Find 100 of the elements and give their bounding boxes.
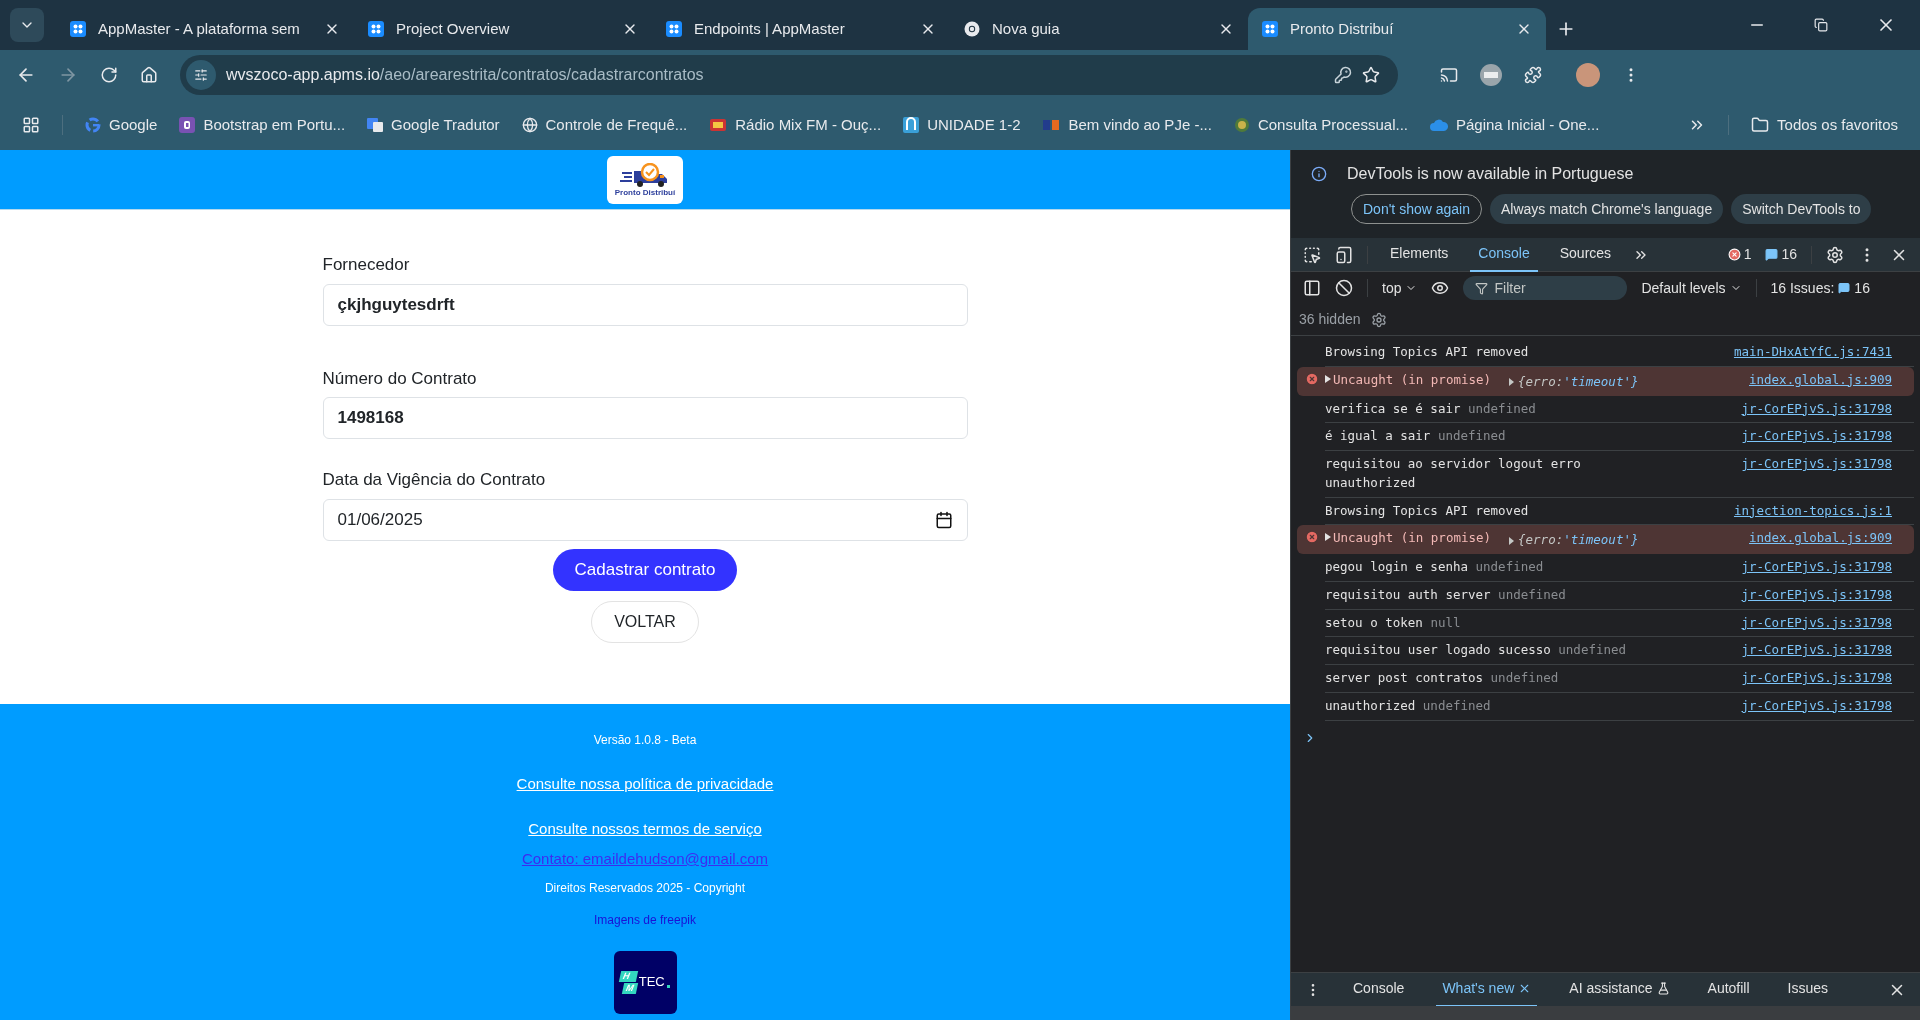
- version-text: Versão 1.0.8 - Beta: [593, 732, 697, 749]
- source-link[interactable]: jr-CorEPjvS.js:31798: [1741, 455, 1892, 474]
- error-counter[interactable]: 1: [1727, 244, 1752, 265]
- drawer-tab[interactable]: Autofill: [1701, 972, 1756, 1007]
- bookmark[interactable]: Bem vindo ao PJe -...: [1042, 113, 1212, 137]
- infobar-button[interactable]: Always match Chrome's language: [1489, 194, 1724, 224]
- error-icon: [1305, 530, 1319, 545]
- reload-icon[interactable]: [100, 66, 118, 84]
- app-grid-icon: [368, 21, 384, 37]
- expand-icon[interactable]: [1325, 374, 1331, 383]
- seal-icon: [1233, 117, 1250, 133]
- address-bar[interactable]: wvszoco-app.apms.io/aeo/arearestrita/contratos/cadastrarcontratos: [180, 55, 1398, 95]
- error-object[interactable]: {erro:'timeout'}: [1509, 372, 1639, 392]
- issues-counter[interactable]: 16 Issues: 16: [1770, 277, 1870, 299]
- bookmark-label: Controle de Frequê...: [545, 114, 688, 135]
- clear-icon[interactable]: [1335, 279, 1353, 297]
- bookmark[interactable]: Rádio Mix FM - Ouç...: [709, 113, 882, 137]
- source-link[interactable]: injection-topics.js:1: [1733, 501, 1892, 521]
- key-icon[interactable]: [1334, 66, 1352, 84]
- filter-field[interactable]: Filter: [1463, 276, 1628, 300]
- home-icon[interactable]: [140, 66, 158, 84]
- source-link[interactable]: jr-CorEPjvS.js:31798: [1741, 669, 1892, 688]
- bookmark[interactable]: Controle de Frequê...: [521, 113, 688, 137]
- chrome-icon: [964, 21, 980, 37]
- browser-tab[interactable]: Endpoints | AppMaster: [652, 8, 950, 50]
- avatar-icon[interactable]: [1576, 63, 1600, 87]
- source-link[interactable]: jr-CorEPjvS.js:31798: [1741, 641, 1892, 660]
- source-link[interactable]: index.global.js:909: [1749, 529, 1892, 548]
- devtools-tab[interactable]: Elements: [1382, 237, 1457, 272]
- message-text: requisitou user logado sucesso undefined: [1325, 641, 1628, 660]
- source-link[interactable]: jr-CorEPjvS.js:31798: [1741, 585, 1892, 605]
- google-icon: [85, 117, 101, 133]
- tab-title: AppMaster - A plataforma sem: [98, 18, 301, 39]
- bookmark[interactable]: Bootstrap em Portu...: [179, 113, 346, 137]
- sidebar-icon[interactable]: [1303, 279, 1321, 297]
- star-icon[interactable]: [1362, 66, 1380, 84]
- bookmark[interactable]: Página Inicial - One...: [1429, 113, 1600, 137]
- bookmark[interactable]: Consulta Processual...: [1233, 113, 1408, 137]
- drawer-tab[interactable]: Issues: [1781, 972, 1835, 1007]
- source-link[interactable]: index.global.js:909: [1749, 370, 1892, 390]
- restore-icon[interactable]: [1814, 18, 1828, 32]
- calendar-icon[interactable]: [934, 510, 953, 529]
- logo-text: Pronto Distribuí: [614, 188, 676, 197]
- error-object[interactable]: {erro:'timeout'}: [1509, 531, 1639, 550]
- browser-tab[interactable]: Nova guia: [950, 8, 1248, 50]
- logo-letter: H: [619, 970, 638, 982]
- info-icon: [1311, 166, 1327, 182]
- message-text: unauthorized undefined: [1325, 696, 1492, 715]
- pje-icon: [1042, 117, 1061, 133]
- browser-tab[interactable]: Pronto Distribuí: [1248, 8, 1546, 50]
- source-link[interactable]: main-DHxAtYfC.js:7431: [1733, 343, 1892, 362]
- logo[interactable]: Pronto Distribuí: [607, 155, 683, 204]
- bookmark[interactable]: Google Tradutor: [367, 113, 500, 137]
- message-counter[interactable]: 16: [1765, 244, 1797, 265]
- tab-title: Pronto Distribuí: [1290, 18, 1395, 39]
- hidden-count: 36 hidden: [1299, 310, 1361, 329]
- apps-icon[interactable]: [22, 116, 40, 134]
- expand-icon[interactable]: [1325, 533, 1331, 542]
- drawer-tab[interactable]: Console: [1347, 972, 1411, 1007]
- source-link[interactable]: jr-CorEPjvS.js:31798: [1741, 427, 1892, 446]
- source-link[interactable]: jr-CorEPjvS.js:31798: [1741, 399, 1892, 419]
- bookmark[interactable]: Google: [85, 113, 158, 137]
- source-link[interactable]: jr-CorEPjvS.js:31798: [1741, 558, 1892, 577]
- date-field[interactable]: 01/06/2025: [322, 498, 968, 541]
- browser-tab[interactable]: AppMaster - A plataforma sem: [56, 8, 354, 50]
- radio-logo-icon: [709, 117, 728, 133]
- submit-button[interactable]: Cadastrar contrato: [552, 548, 738, 591]
- bookmark[interactable]: UNIDADE 1-2: [903, 113, 1021, 137]
- back-button[interactable]: VOLTAR: [591, 600, 699, 643]
- levels-dropdown[interactable]: Default levels: [1641, 277, 1742, 299]
- devtools-tab[interactable]: Sources: [1551, 237, 1620, 272]
- eye-icon[interactable]: [1431, 279, 1450, 297]
- all-bookmarks[interactable]: Todos os favoritos: [1751, 113, 1898, 137]
- source-link[interactable]: jr-CorEPjvS.js:31798: [1741, 696, 1892, 716]
- rights-text: Direitos Reservados 2025 - Copyright: [544, 879, 746, 897]
- message-icon: [1765, 248, 1779, 261]
- message-text: verifica se é sair undefined: [1325, 399, 1537, 418]
- tab-search-button[interactable]: [10, 8, 44, 42]
- devtools-tab[interactable]: Console: [1470, 237, 1538, 272]
- source-link[interactable]: jr-CorEPjvS.js:31798: [1741, 613, 1892, 633]
- text-field[interactable]: 1498168: [322, 397, 968, 439]
- device-toolbar-icon[interactable]: [1335, 245, 1353, 264]
- drawer-tab[interactable]: AI assistance: [1563, 972, 1676, 1007]
- adblock-icon[interactable]: [1480, 64, 1502, 86]
- bookmark-label: Bootstrap em Portu...: [203, 114, 346, 135]
- message-text: Uncaught (in promise): [1333, 529, 1492, 548]
- infobar-button[interactable]: Switch DevTools to: [1731, 194, 1872, 224]
- message-text: requisitou auth server undefined: [1325, 585, 1567, 604]
- extensions-icon[interactable]: [1524, 66, 1542, 84]
- settings-icon[interactable]: [1370, 311, 1387, 328]
- context-dropdown[interactable]: top: [1382, 277, 1418, 299]
- inspect-icon[interactable]: [1303, 245, 1321, 264]
- bookmark-label: Google: [109, 114, 158, 135]
- truck-icon: [620, 162, 670, 189]
- browser-tab[interactable]: Project Overview: [354, 8, 652, 50]
- message-text: Browsing Topics API removed: [1325, 343, 1530, 361]
- site-settings-icon[interactable]: [186, 60, 216, 90]
- cast-icon[interactable]: [1440, 66, 1458, 84]
- text-field[interactable]: çkjhguytesdrft: [322, 283, 968, 326]
- bookmark-label: Google Tradutor: [391, 114, 500, 135]
